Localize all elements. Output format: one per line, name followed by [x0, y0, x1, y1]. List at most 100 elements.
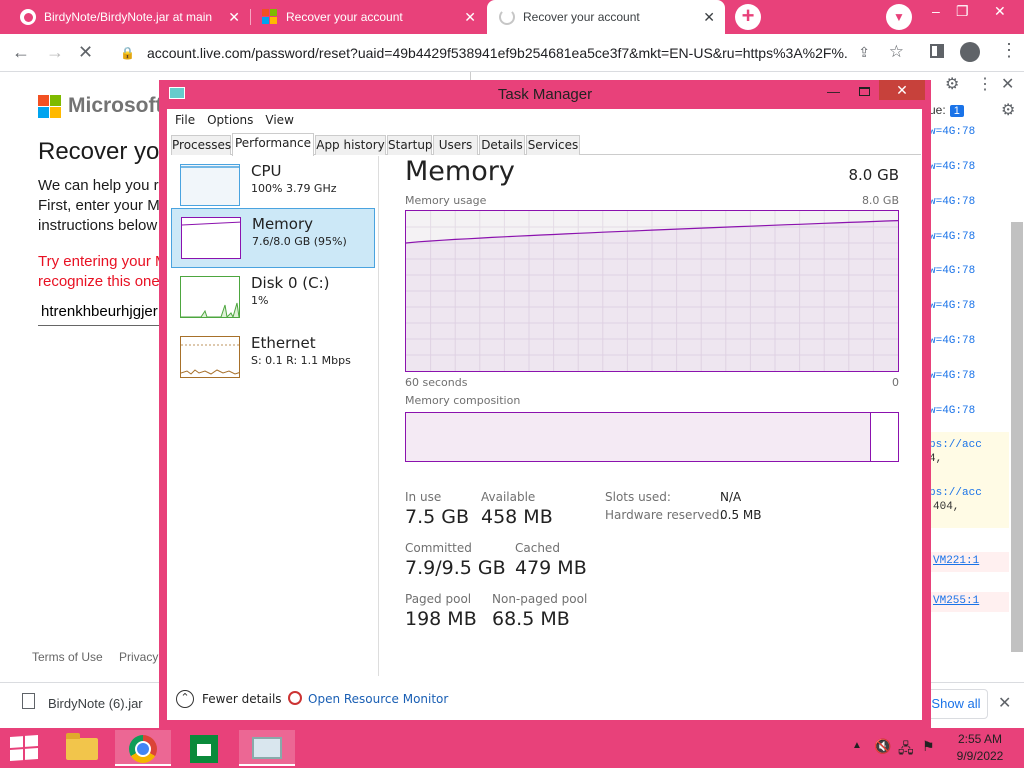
- minimize-window-icon[interactable]: –: [932, 3, 940, 19]
- download-item[interactable]: BirdyNote (6).jar: [48, 696, 143, 711]
- network-icon[interactable]: 🖧: [898, 738, 914, 762]
- url-text[interactable]: account.live.com/password/reset?uaid=49b…: [147, 45, 847, 61]
- resource-list: CPU 100% 3.79 GHz Memory 7.6/8.0 GB (95%…: [167, 156, 379, 676]
- issues-label: ue:: [929, 103, 946, 117]
- address-bar[interactable]: 🔒 account.live.com/password/reset?uaid=4…: [108, 38, 920, 68]
- console-source-link[interactable]: w=4G:78: [929, 161, 975, 173]
- tab-search-button[interactable]: ▼: [886, 4, 912, 30]
- forward-button[interactable]: →: [46, 42, 64, 63]
- privacy-link[interactable]: Privacy: [119, 650, 158, 664]
- tab-app-history[interactable]: App history: [315, 135, 386, 155]
- tab-title: BirdyNote/BirdyNote.jar at main: [44, 10, 213, 24]
- close-window-icon[interactable]: ✕: [994, 3, 1006, 20]
- browser-menu-icon[interactable]: ⋮: [1000, 40, 1018, 61]
- minimize-icon[interactable]: —: [827, 84, 840, 99]
- console-url-fragment[interactable]: ps://acc: [929, 438, 1009, 452]
- memory-usage-plot: [405, 211, 899, 371]
- console-source-link[interactable]: w=4G:78: [929, 300, 975, 312]
- menu-file[interactable]: File: [175, 113, 195, 127]
- taskbar-task-manager[interactable]: [239, 730, 295, 766]
- close-tab-icon[interactable]: ✕: [464, 9, 476, 26]
- bookmark-star-icon[interactable]: ☆: [889, 42, 904, 62]
- console-source-link[interactable]: w=4G:78: [929, 196, 975, 208]
- microsoft-logo: Microsoft: [38, 94, 163, 118]
- clock-date[interactable]: 9/9/2022: [950, 749, 1010, 763]
- resource-cpu[interactable]: CPU 100% 3.79 GHz: [171, 156, 375, 216]
- browser-tab-recover-1[interactable]: Recover your account ✕: [250, 0, 486, 34]
- tab-processes[interactable]: Processes: [171, 135, 231, 155]
- chevron-up-icon[interactable]: ⌃: [176, 690, 194, 708]
- fewer-details-button[interactable]: Fewer details: [202, 692, 282, 706]
- close-tab-icon[interactable]: ✕: [228, 9, 240, 26]
- chrome-icon: [129, 735, 157, 763]
- console-source-link[interactable]: w=4G:78: [929, 126, 975, 138]
- performance-panel: CPU 100% 3.79 GHz Memory 7.6/8.0 GB (95%…: [167, 156, 922, 676]
- share-icon[interactable]: ⇪: [858, 44, 870, 61]
- console-vm-link[interactable]: VM255:1: [929, 592, 1009, 612]
- restore-window-icon[interactable]: ❐: [956, 3, 969, 20]
- taskbar-file-explorer[interactable]: [54, 730, 110, 766]
- browser-tab-github[interactable]: BirdyNote/BirdyNote.jar at main ✕: [8, 0, 250, 34]
- tab-services[interactable]: Services: [526, 135, 580, 155]
- tab-users[interactable]: Users: [433, 135, 478, 155]
- devtools-close-icon[interactable]: ✕: [1001, 74, 1014, 94]
- show-all-downloads-button[interactable]: Show all: [924, 689, 988, 719]
- menu-options[interactable]: Options: [207, 113, 253, 127]
- github-icon: [20, 9, 36, 25]
- action-center-flag-icon[interactable]: ⚑: [922, 738, 935, 755]
- maximize-icon[interactable]: [859, 87, 870, 96]
- devtools-scrollbar[interactable]: [1011, 222, 1023, 652]
- taskbar-chrome[interactable]: [115, 730, 171, 766]
- console-source-link[interactable]: w=4G:78: [929, 231, 975, 243]
- windows-taskbar: ▲ 🔇 🖧 ⚑ 2:55 AM 9/9/2022: [0, 728, 1024, 768]
- clock-time[interactable]: 2:55 AM: [950, 732, 1010, 746]
- side-panel-icon[interactable]: [930, 44, 944, 58]
- console-warning-block: ps://acc 4, ps://acc 404,: [929, 432, 1009, 528]
- profile-avatar-icon[interactable]: [960, 42, 980, 62]
- tab-details[interactable]: Details: [479, 135, 525, 155]
- new-tab-button[interactable]: +: [735, 4, 761, 30]
- cpu-thumbnail-line: [181, 166, 239, 168]
- close-icon[interactable]: ✕: [879, 80, 925, 100]
- tab-startup[interactable]: Startup: [387, 135, 433, 155]
- console-settings-icon[interactable]: ⚙: [1001, 100, 1015, 120]
- task-manager-body: File Options View Processes Performance …: [167, 109, 922, 720]
- task-manager-window: Task Manager — ✕ File Options View Proce…: [159, 80, 931, 728]
- show-hidden-icons-icon[interactable]: ▲: [852, 740, 862, 751]
- console-source-link[interactable]: w=4G:78: [929, 335, 975, 347]
- resource-memory[interactable]: Memory 7.6/8.0 GB (95%): [171, 208, 375, 268]
- resource-monitor-icon[interactable]: [288, 691, 302, 705]
- start-button-icon[interactable]: [10, 735, 38, 761]
- close-download-bar-icon[interactable]: ✕: [998, 693, 1011, 713]
- back-button[interactable]: ←: [12, 42, 30, 63]
- console-vm-link[interactable]: VM221:1: [929, 552, 1009, 572]
- in-use-value: 7.5 GB: [405, 506, 470, 528]
- console-url-fragment[interactable]: ps://acc: [929, 486, 1009, 500]
- non-paged-pool-label: Non-paged pool: [492, 592, 588, 606]
- issues-indicator[interactable]: ue: 1: [929, 103, 964, 117]
- console-text-fragment: 4,: [929, 453, 943, 465]
- cached-value: 479 MB: [515, 557, 587, 579]
- taskbar-store[interactable]: [176, 730, 232, 766]
- stop-loading-button[interactable]: ✕: [78, 42, 93, 63]
- task-manager-title-bar[interactable]: Task Manager — ✕: [159, 80, 931, 108]
- resource-name: Memory: [252, 215, 314, 233]
- volume-muted-icon[interactable]: 🔇: [874, 738, 891, 755]
- memory-total: 8.0 GB: [848, 166, 899, 184]
- close-tab-icon[interactable]: ✕: [703, 9, 715, 26]
- console-source-link[interactable]: w=4G:78: [929, 405, 975, 417]
- devtools-menu-icon[interactable]: ⋮: [977, 74, 993, 94]
- devtools-settings-icon[interactable]: ⚙: [945, 74, 959, 94]
- menu-view[interactable]: View: [265, 113, 293, 127]
- resource-name: CPU: [251, 162, 282, 180]
- memory-heading: Memory: [405, 156, 515, 187]
- resource-ethernet[interactable]: Ethernet S: 0.1 R: 1.1 Mbps: [171, 328, 375, 388]
- browser-tab-recover-active[interactable]: Recover your account ✕: [487, 0, 725, 34]
- console-source-link[interactable]: w=4G:78: [929, 370, 975, 382]
- console-source-link[interactable]: w=4G:78: [929, 265, 975, 277]
- resource-disk[interactable]: Disk 0 (C:) 1%: [171, 268, 375, 328]
- lock-icon[interactable]: 🔒: [120, 46, 135, 60]
- terms-of-use-link[interactable]: Terms of Use: [32, 650, 103, 664]
- tab-performance[interactable]: Performance: [232, 133, 314, 156]
- open-resource-monitor-link[interactable]: Open Resource Monitor: [308, 692, 448, 706]
